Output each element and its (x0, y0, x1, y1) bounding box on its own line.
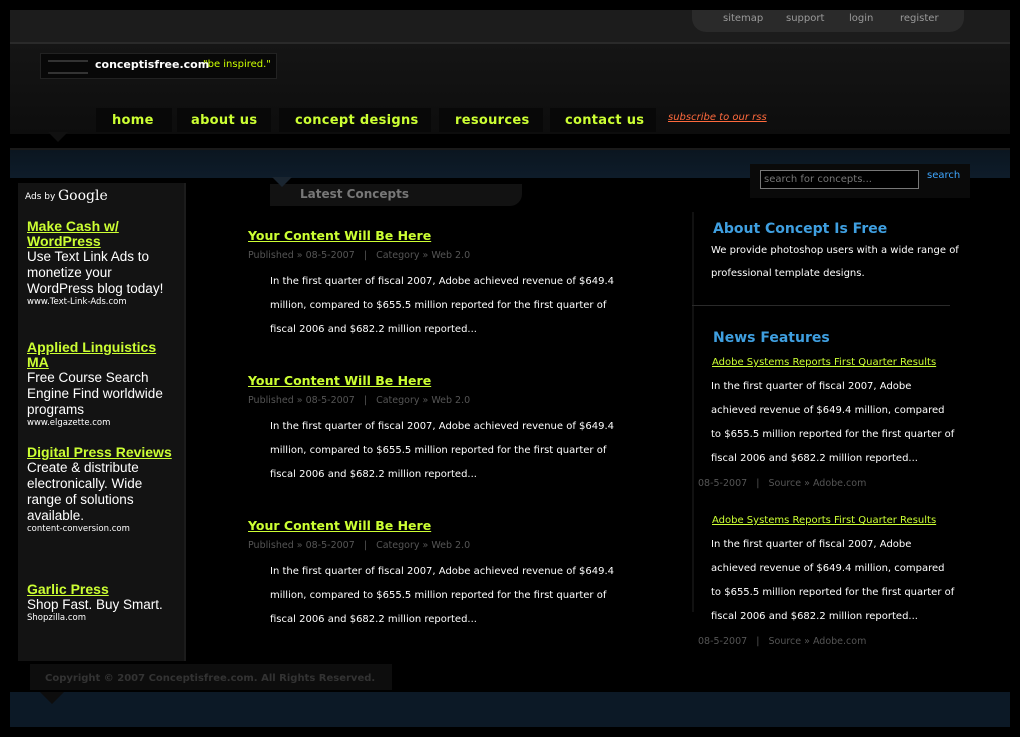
search-button[interactable]: search (927, 170, 960, 181)
latest-concepts-heading: Latest Concepts (300, 187, 409, 201)
post-excerpt: In the first quarter of fiscal 2007, Ado… (270, 421, 615, 480)
news-meta: 08-5-2007 | Source » Adobe.com (698, 636, 867, 647)
search-input[interactable] (760, 170, 919, 189)
ad-title[interactable]: Garlic Press (27, 582, 177, 597)
ad-item[interactable]: Garlic Press Shop Fast. Buy Smart. Shopz… (27, 582, 177, 624)
ads-by-label: Ads by (25, 192, 56, 202)
ad-url[interactable]: content-conversion.com (27, 524, 177, 534)
latest-pointer (272, 177, 292, 187)
ad-title[interactable]: Applied Linguistics MA (27, 340, 177, 370)
ad-body: Create & distribute electronically. Wide… (27, 460, 143, 523)
ad-title[interactable]: Digital Press Reviews (27, 445, 177, 460)
nav-pointer (48, 132, 68, 142)
login-link[interactable]: login (849, 13, 873, 24)
news-meta: 08-5-2007 | Source » Adobe.com (698, 478, 867, 489)
ad-url[interactable]: www.elgazette.com (27, 418, 177, 428)
logo-name: conceptisfree.com (95, 58, 210, 71)
news-title-link[interactable]: Adobe Systems Reports First Quarter Resu… (712, 515, 936, 526)
google-logo[interactable]: Google (58, 188, 108, 204)
post-meta: Published » 08-5-2007 | Category » Web 2… (248, 395, 471, 406)
register-link[interactable]: register (900, 13, 939, 24)
ad-url[interactable]: Shopzilla.com (27, 613, 177, 623)
rss-subscribe-link[interactable]: subscribe to our rss (668, 112, 767, 123)
post-meta: Published » 08-5-2007 | Category » Web 2… (248, 540, 471, 551)
ad-item[interactable]: Applied Linguistics MA Free Course Searc… (27, 340, 177, 429)
about-text: We provide photoshop users with a wide r… (711, 245, 959, 279)
footer-pointer (40, 692, 64, 704)
ad-item[interactable]: Make Cash w/ WordPress Use Text Link Ads… (27, 219, 177, 308)
post-excerpt: In the first quarter of fiscal 2007, Ado… (270, 276, 615, 335)
nav-about-us[interactable]: about us (191, 113, 257, 128)
nav-resources[interactable]: resources (455, 113, 530, 128)
ad-body: Shop Fast. Buy Smart. (27, 597, 163, 612)
ad-url[interactable]: www.Text-Link-Ads.com (27, 297, 177, 307)
logo-mark (48, 60, 88, 74)
divider (692, 305, 950, 306)
sitemap-link[interactable]: sitemap (723, 13, 763, 24)
nav-contact-us[interactable]: contact us (565, 113, 644, 128)
ad-body: Use Text Link Ads to monetize your WordP… (27, 249, 164, 296)
ad-title[interactable]: Make Cash w/ WordPress (27, 219, 177, 249)
post-excerpt: In the first quarter of fiscal 2007, Ado… (270, 566, 615, 625)
ad-item[interactable]: Digital Press Reviews Create & distribut… (27, 445, 177, 535)
news-title-link[interactable]: Adobe Systems Reports First Quarter Resu… (712, 357, 936, 368)
ad-body: Free Course Search Engine Find worldwide… (27, 370, 163, 417)
logo-tagline: "be inspired." (203, 59, 271, 70)
post-title[interactable]: Your Content Will Be Here (248, 373, 431, 388)
nav-concept-designs[interactable]: concept designs (295, 113, 419, 128)
about-heading: About Concept Is Free (713, 221, 888, 237)
post-title[interactable]: Your Content Will Be Here (248, 518, 431, 533)
nav-home[interactable]: home (112, 113, 154, 128)
support-link[interactable]: support (786, 13, 824, 24)
copyright: Copyright © 2007 Conceptisfree.com. All … (45, 673, 376, 684)
news-excerpt: In the first quarter of fiscal 2007, Ado… (711, 539, 955, 622)
news-excerpt: In the first quarter of fiscal 2007, Ado… (711, 381, 955, 464)
column-divider (692, 212, 694, 612)
post-meta: Published » 08-5-2007 | Category » Web 2… (248, 250, 471, 261)
post-title[interactable]: Your Content Will Be Here (248, 228, 431, 243)
news-heading: News Features (713, 330, 830, 346)
footer-band (10, 692, 1010, 727)
